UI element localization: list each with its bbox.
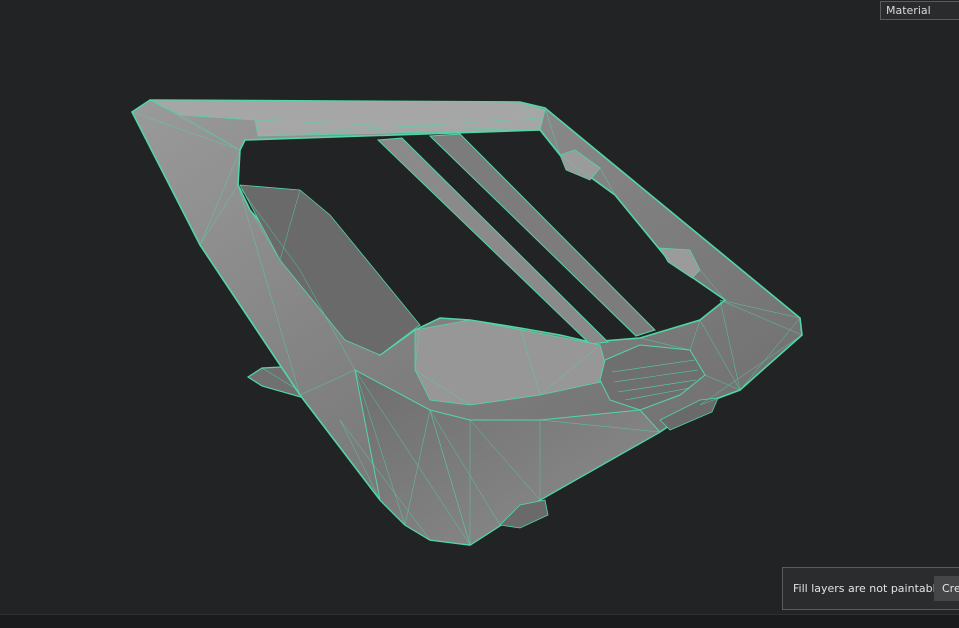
channel-select[interactable]: Material — [880, 1, 959, 20]
notification-message: Fill layers are not paintable — [793, 582, 943, 595]
stand-frame — [130, 99, 803, 546]
notification-toast: Fill layers are not paintable Cre — [782, 567, 959, 610]
3d-viewport[interactable]: Material Fill layers are not paintable C… — [0, 0, 959, 614]
status-bar — [0, 614, 959, 628]
create-button[interactable]: Cre — [934, 576, 959, 601]
stand-mesh-icon[interactable] — [0, 0, 959, 614]
